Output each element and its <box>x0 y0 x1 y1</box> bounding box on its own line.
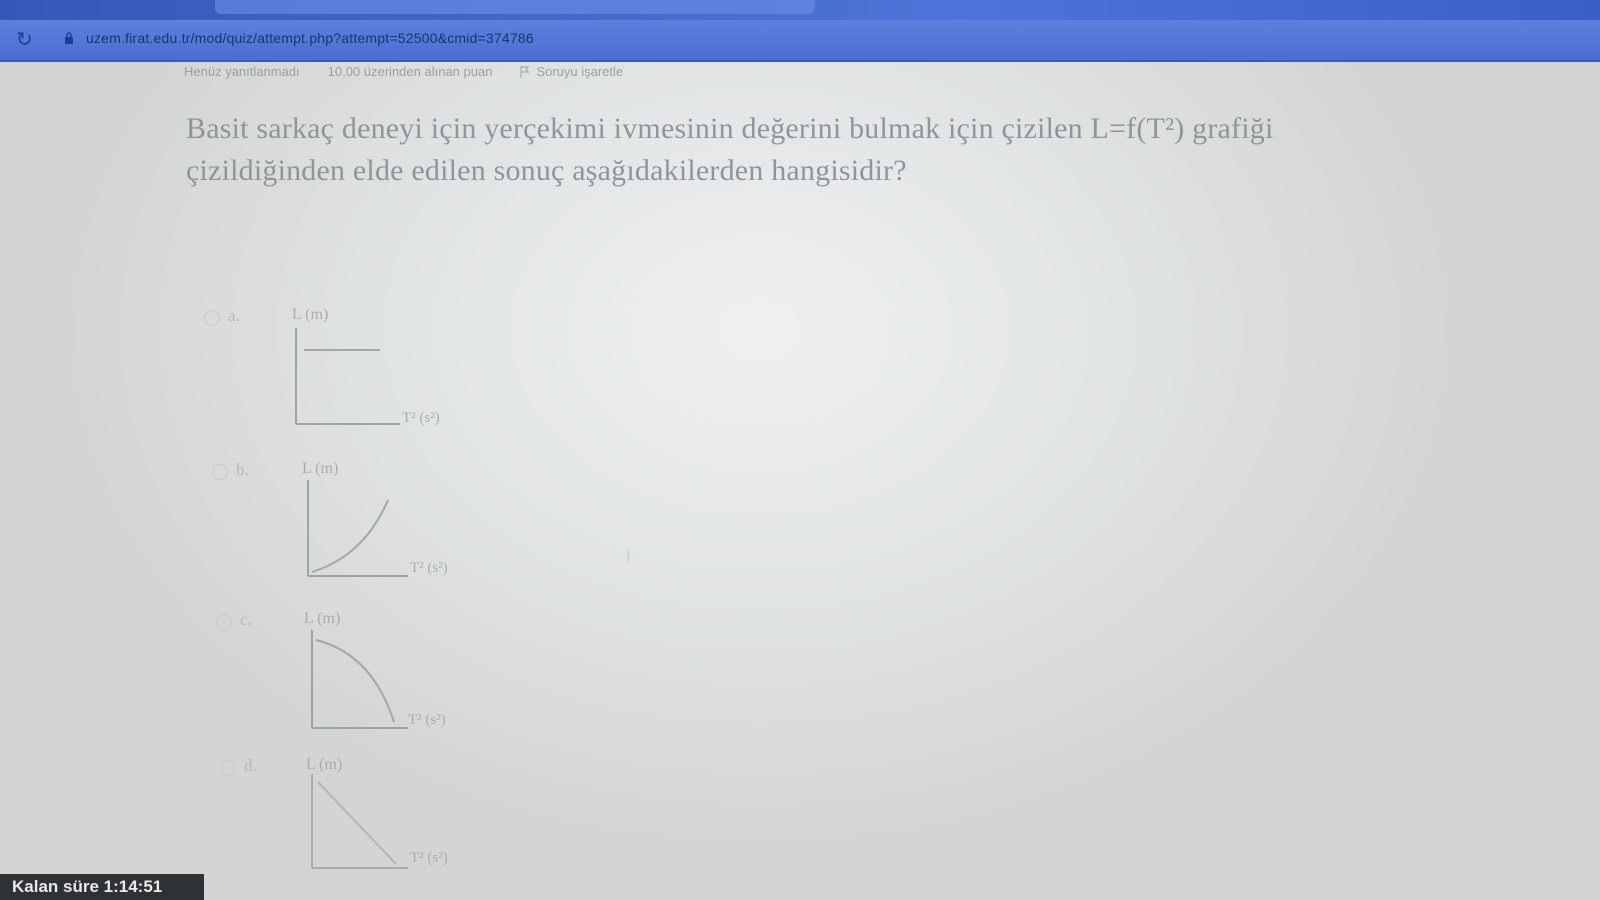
option-a-radio[interactable] <box>204 310 220 326</box>
address-bar[interactable]: ↻ uzem.firat.edu.tr/mod/quiz/attempt.php… <box>0 20 1600 62</box>
option-c-x-label: T² (s²) <box>408 712 446 728</box>
option-b[interactable]: b. L (m) T² (s²) <box>212 460 458 590</box>
browser-tab-bar <box>0 0 1600 20</box>
question-line-2: çizildiğinden elde edilen sonuç aşağıdak… <box>186 154 907 187</box>
question-line-1: Basit sarkaç deneyi için yerçekimi ivmes… <box>186 112 1274 145</box>
url-text[interactable]: uzem.firat.edu.tr/mod/quiz/attempt.php?a… <box>86 30 534 46</box>
flag-icon <box>520 65 530 78</box>
option-b-letter: b. <box>236 460 249 479</box>
question-points: 10,00 üzerinden alınan puan <box>327 64 493 79</box>
browser-tab[interactable] <box>215 0 815 14</box>
flag-question-label[interactable]: Soruyu işaretle <box>536 64 623 79</box>
question-status: Henüz yanıtlanmadı <box>184 64 300 79</box>
option-c-radio[interactable] <box>216 614 232 630</box>
option-d-graph: L (m) T² (s²) <box>266 756 466 886</box>
remaining-time: Kalan süre 1:14:51 <box>0 874 204 900</box>
option-a-x-label: T² (s²) <box>402 410 440 426</box>
question-info: Henüz yanıtlanmadı 10,00 üzerinden alına… <box>184 64 623 79</box>
option-c-graph: L (m) T² (s²) <box>262 610 462 740</box>
option-d[interactable]: d. L (m) T² (s²) <box>220 756 466 886</box>
timer-label: Kalan süre 1:14:51 <box>12 877 163 896</box>
flag-question-link[interactable]: Soruyu işaretle <box>520 64 623 79</box>
option-d-letter: d. <box>244 756 257 775</box>
option-b-graph: L (m) T² (s²) <box>258 460 458 590</box>
option-b-x-label: T² (s²) <box>410 560 448 576</box>
option-a[interactable]: a. L (m) T² (s²) <box>204 306 450 436</box>
option-d-x-label: T² (s²) <box>410 850 448 866</box>
option-d-radio[interactable] <box>220 760 236 776</box>
option-b-curve <box>311 499 389 573</box>
option-b-radio[interactable] <box>212 464 228 480</box>
option-c-curve <box>315 639 395 723</box>
option-d-curve <box>317 781 397 865</box>
reload-icon[interactable]: ↻ <box>16 28 38 50</box>
option-c-letter: c. <box>240 610 252 629</box>
mouse-cursor-icon: I <box>626 546 631 565</box>
question-text: Basit sarkaç deneyi için yerçekimi ivmes… <box>186 108 1376 192</box>
option-c[interactable]: c. L (m) T² (s²) <box>216 610 462 740</box>
lock-icon <box>65 32 73 44</box>
option-a-graph: L (m) T² (s²) <box>250 306 450 436</box>
option-a-letter: a. <box>228 306 240 325</box>
